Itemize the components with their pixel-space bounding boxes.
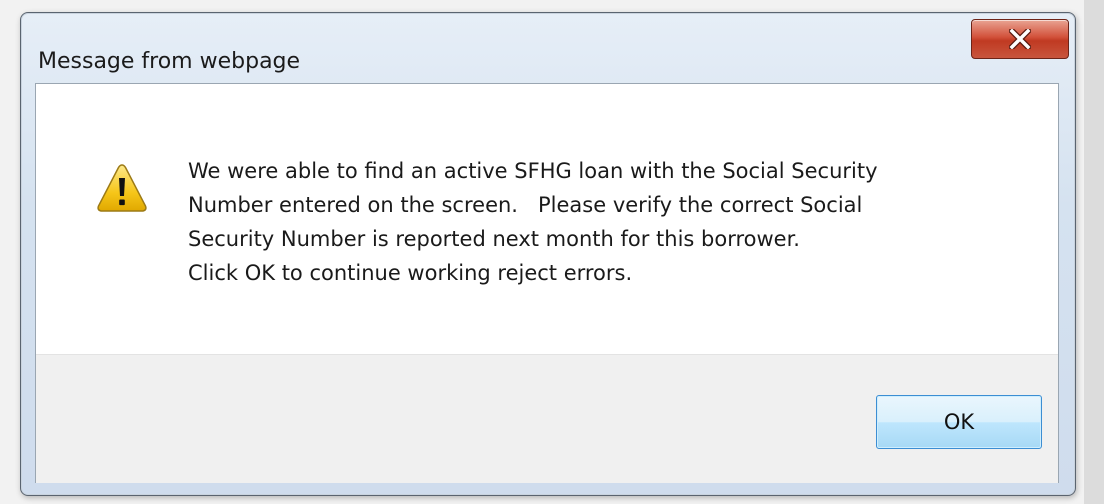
message-line-3: Security Number is reported next month f… <box>188 227 800 251</box>
dialog-message: We were able to find an active SFHG loan… <box>188 154 1038 290</box>
dialog-content: We were able to find an active SFHG loan… <box>36 84 1058 354</box>
background-strip <box>1084 0 1104 504</box>
message-line-1: We were able to find an active SFHG loan… <box>188 159 878 183</box>
dialog-title: Message from webpage <box>38 49 301 74</box>
message-dialog: Message from webpage We were able to fin… <box>20 12 1076 496</box>
dialog-button-bar: OK <box>36 354 1058 483</box>
dialog-titlebar[interactable]: Message from webpage <box>21 13 1075 83</box>
close-button[interactable] <box>971 19 1069 59</box>
message-line-4: Click OK to continue working reject erro… <box>188 261 633 285</box>
close-icon <box>1009 29 1031 49</box>
message-line-2: Number entered on the screen. Please ver… <box>188 193 863 217</box>
dialog-client-area: We were able to find an active SFHG loan… <box>35 83 1059 483</box>
ok-button[interactable]: OK <box>876 395 1042 449</box>
warning-triangle-icon <box>97 164 147 212</box>
